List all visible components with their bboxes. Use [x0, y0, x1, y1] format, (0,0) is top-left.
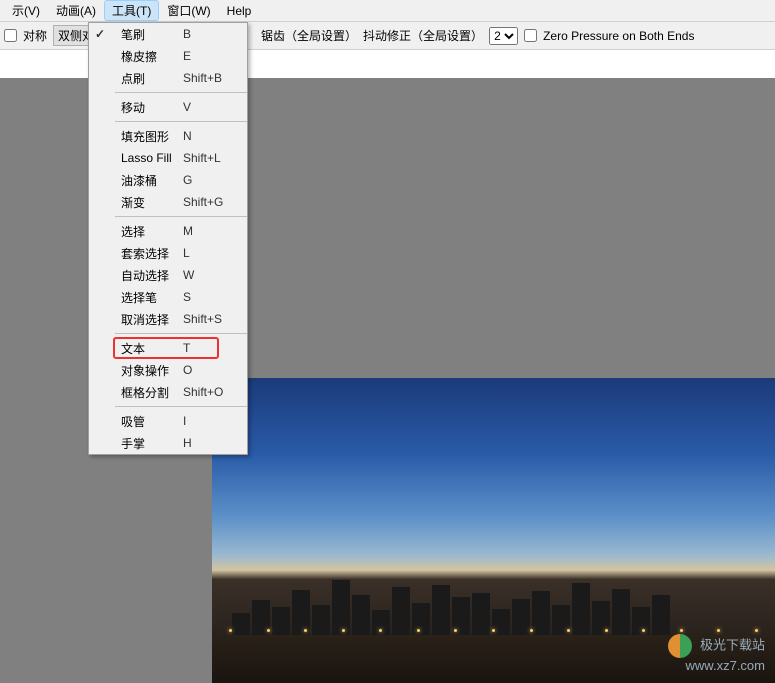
tool-shortcut: E [183, 49, 191, 63]
tool-lasso-select[interactable]: 套索选择 L [115, 242, 247, 264]
tool-shortcut: I [183, 414, 186, 428]
tool-shortcut: Shift+G [183, 195, 223, 209]
menu-separator [115, 406, 247, 407]
symmetry-checkbox[interactable] [4, 29, 17, 42]
tool-shortcut: V [183, 100, 191, 114]
tool-shortcut: M [183, 224, 193, 238]
tool-label: 油漆桶 [121, 172, 183, 189]
tool-shortcut: L [183, 246, 190, 260]
menu-separator [115, 92, 247, 93]
tool-shortcut: N [183, 129, 192, 143]
tool-shortcut: S [183, 290, 191, 304]
antialias-label: 锯齿（全局设置） [261, 27, 357, 44]
zero-pressure-label: Zero Pressure on Both Ends [543, 29, 694, 43]
tool-shortcut: Shift+O [183, 385, 223, 399]
tool-gradient[interactable]: 渐变 Shift+G [115, 191, 247, 213]
tool-text[interactable]: 文本 T [113, 337, 219, 359]
menu-separator [115, 333, 247, 334]
tool-eraser[interactable]: 橡皮擦 E [115, 45, 247, 67]
tool-move[interactable]: 移动 V [115, 96, 247, 118]
tool-shortcut: O [183, 363, 192, 377]
tool-shortcut: Shift+L [183, 151, 221, 165]
tool-shortcut: T [183, 341, 190, 355]
tool-shortcut: G [183, 173, 192, 187]
tool-shortcut: B [183, 27, 191, 41]
watermark-text1: 极光下载站 [700, 637, 765, 652]
menubar: 示(V) 动画(A) 工具(T) 窗口(W) Help [0, 0, 775, 22]
watermark-text2: www.xz7.com [686, 658, 765, 673]
tool-shortcut: W [183, 268, 194, 282]
tool-select-pen[interactable]: 选择笔 S [115, 286, 247, 308]
menu-view[interactable]: 示(V) [4, 0, 48, 21]
tool-label: 自动选择 [121, 267, 183, 284]
tool-label: 取消选择 [121, 311, 183, 328]
tool-auto-select[interactable]: 自动选择 W [115, 264, 247, 286]
menu-separator [115, 121, 247, 122]
tool-shortcut: Shift+B [183, 71, 222, 85]
tool-label: 选择 [121, 223, 183, 240]
tool-label: 对象操作 [121, 362, 183, 379]
tool-lassofill[interactable]: Lasso Fill Shift+L [115, 147, 247, 169]
watermark-logo-icon [668, 634, 692, 658]
tool-fillshape[interactable]: 填充图形 N [115, 125, 247, 147]
menu-separator [115, 216, 247, 217]
menu-help[interactable]: Help [219, 2, 260, 20]
tool-select[interactable]: 选择 M [115, 220, 247, 242]
tool-label: 手掌 [121, 435, 183, 452]
jitter-select[interactable]: 2 [489, 27, 518, 45]
tool-shortcut: H [183, 436, 192, 450]
tool-dotbrush[interactable]: 点刷 Shift+B [115, 67, 247, 89]
tool-shortcut: Shift+S [183, 312, 222, 326]
check-icon: ✓ [95, 27, 105, 41]
zero-pressure-checkbox[interactable] [524, 29, 537, 42]
tool-label: 框格分割 [121, 384, 183, 401]
tool-label: 点刷 [121, 70, 183, 87]
menu-window[interactable]: 窗口(W) [159, 0, 218, 21]
tool-eyedropper[interactable]: 吸管 I [115, 410, 247, 432]
tool-hand[interactable]: 手掌 H [115, 432, 247, 454]
tool-label: 文本 [121, 340, 183, 357]
tool-label: 笔刷 [121, 26, 183, 43]
symmetry-label: 对称 [23, 27, 47, 44]
tool-label: 吸管 [121, 413, 183, 430]
tool-object[interactable]: 对象操作 O [115, 359, 247, 381]
tool-framesplit[interactable]: 框格分割 Shift+O [115, 381, 247, 403]
tools-dropdown: ✓ 笔刷 B 橡皮擦 E 点刷 Shift+B 移动 V 填充图形 N Lass… [88, 22, 248, 455]
jitter-label: 抖动修正（全局设置） [363, 27, 483, 44]
tool-deselect[interactable]: 取消选择 Shift+S [115, 308, 247, 330]
tool-label: 渐变 [121, 194, 183, 211]
tool-label: 橡皮擦 [121, 48, 183, 65]
tool-bucket[interactable]: 油漆桶 G [115, 169, 247, 191]
menu-animation[interactable]: 动画(A) [48, 0, 104, 21]
tool-label: Lasso Fill [121, 151, 183, 165]
tool-label: 移动 [121, 99, 183, 116]
tool-label: 填充图形 [121, 128, 183, 145]
tool-label: 套索选择 [121, 245, 183, 262]
tool-brush[interactable]: ✓ 笔刷 B [115, 23, 247, 45]
watermark: 极光下载站 www.xz7.com [668, 634, 765, 673]
canvas-image[interactable]: 极光下载站 www.xz7.com [212, 378, 775, 683]
tool-label: 选择笔 [121, 289, 183, 306]
menu-tools[interactable]: 工具(T) [104, 0, 159, 21]
